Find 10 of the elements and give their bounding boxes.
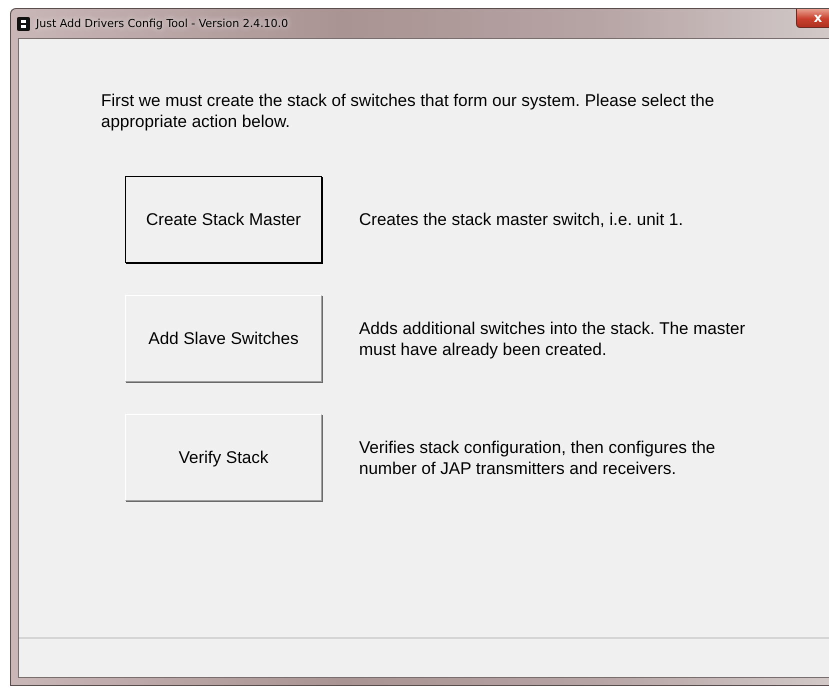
action-description: Verifies stack configuration, then configures the number of JAP transmitters and receivers. [359,436,716,478]
action-description: Adds additional switches into the stack. The master must have already been created. [359,318,746,360]
action-button[interactable]: Verify Stack [125,414,322,501]
action-button[interactable]: Create Stack Master [125,176,322,263]
action-description: Creates the stack master switch, i.e. unit 1. [359,209,684,230]
window-title: Just Add Drivers Config Tool - Version 2.4.10.0 [36,17,288,30]
action-button[interactable]: Add Slave Switches [125,295,322,382]
close-button[interactable]: x [796,9,829,28]
instruction-text: First we must create the stack of switches that form our system. Please select the appropriate action below. [101,90,716,132]
app-icon [17,16,30,30]
